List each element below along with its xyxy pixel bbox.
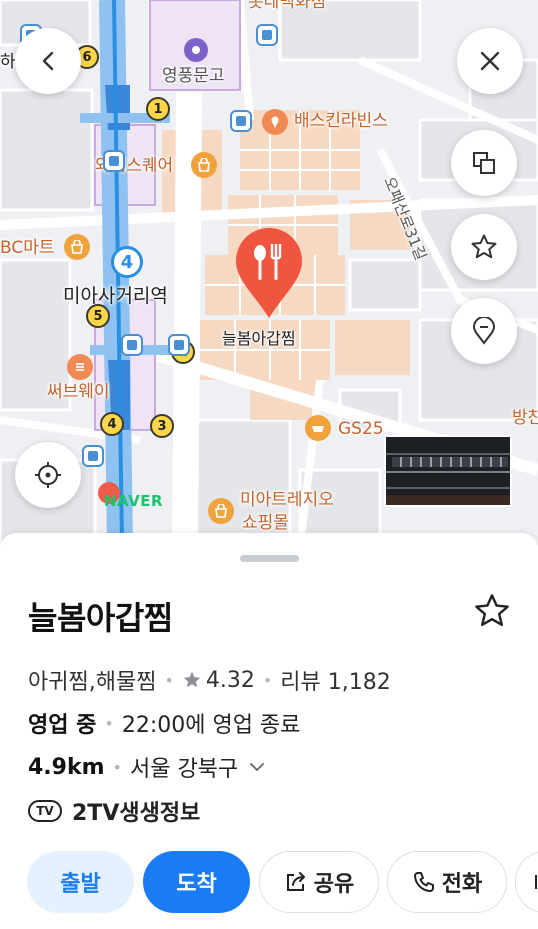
map-label-right-cut: 방찬 bbox=[512, 408, 538, 428]
closing-time: 22:00에 영업 종료 bbox=[121, 713, 301, 738]
exit-3-marker[interactable]: 3 bbox=[150, 414, 174, 438]
call-label: 전화 bbox=[441, 872, 483, 897]
favorites-button[interactable] bbox=[451, 214, 517, 280]
save-place-button[interactable] bbox=[472, 591, 512, 631]
map-label-baskin: 배스킨라빈스 bbox=[294, 111, 388, 131]
map-view[interactable]: 롯데백화점 하 영풍문고 배스킨라빈스 와이스퀘어 BC마트 미아사거리역 늘봄… bbox=[0, 0, 538, 545]
star-icon bbox=[475, 594, 509, 627]
shopping-icon[interactable] bbox=[191, 152, 217, 178]
bus-stop-icon[interactable] bbox=[256, 24, 278, 46]
location-pin-icon[interactable] bbox=[234, 228, 304, 320]
map-label-mall-2: 쇼핑몰 bbox=[242, 513, 289, 533]
distance: 4.9km bbox=[28, 754, 105, 780]
map-label-mall-1: 미아트레지오 bbox=[240, 490, 334, 510]
more-actions-button[interactable] bbox=[515, 851, 538, 913]
start-button[interactable]: 출발 bbox=[27, 851, 134, 913]
restaurant-icon[interactable] bbox=[67, 354, 93, 380]
chevron-down-icon bbox=[250, 763, 265, 772]
business-hours-row[interactable]: 영업 중 • 22:00에 영업 종료 bbox=[28, 707, 300, 739]
subway-line-4-badge[interactable]: 4 bbox=[111, 246, 143, 278]
map-label-bbc: BC마트 bbox=[0, 238, 55, 258]
naver-logo: NAVER bbox=[104, 492, 164, 510]
tv-feature-row[interactable]: TV 2TV생생정보 bbox=[28, 795, 200, 827]
close-button[interactable] bbox=[457, 28, 523, 94]
map-label-left-cut: 하 bbox=[0, 52, 16, 72]
crosshair-icon bbox=[35, 462, 61, 488]
map-pin-minus-icon bbox=[472, 317, 496, 345]
place-category: 아귀찜,해물찜 bbox=[28, 670, 157, 695]
open-status: 영업 중 bbox=[28, 713, 97, 738]
share-icon bbox=[286, 872, 305, 891]
category-rating-row: 아귀찜,해물찜 • 4.32 • 리뷰 1,182 bbox=[28, 664, 391, 696]
bus-stop-icon[interactable] bbox=[230, 110, 252, 132]
exit-5-marker[interactable]: 5 bbox=[86, 304, 110, 328]
screen: 롯데백화점 하 영풍문고 배스킨라빈스 와이스퀘어 BC마트 미아사거리역 늘봄… bbox=[0, 0, 538, 929]
shopping-icon[interactable] bbox=[208, 498, 234, 524]
close-icon bbox=[480, 51, 500, 71]
place-detail-sheet[interactable]: 늘봄아갑찜 아귀찜,해물찜 • 4.32 • 리뷰 1,182 영업 중 • 2… bbox=[0, 533, 538, 929]
bus-stop-icon[interactable] bbox=[82, 445, 104, 467]
place-title: 늘봄아갑찜 bbox=[28, 599, 173, 637]
share-label: 공유 bbox=[313, 872, 355, 897]
exit-4-marker[interactable]: 4 bbox=[100, 412, 124, 436]
back-button[interactable] bbox=[15, 28, 81, 94]
convenience-store-icon[interactable] bbox=[305, 415, 331, 441]
tv-icon: TV bbox=[28, 800, 62, 822]
map-label-subway: 써브웨이 bbox=[47, 382, 110, 402]
tv-show: 2TV생생정보 bbox=[72, 801, 201, 826]
street-view-thumbnail[interactable] bbox=[384, 435, 512, 507]
phone-icon bbox=[413, 872, 434, 892]
chevron-left-icon bbox=[42, 51, 54, 71]
action-bar: 출발 도착 공유 전화 bbox=[27, 851, 538, 913]
map-label-station[interactable]: 미아사거리역 bbox=[63, 287, 168, 306]
bus-stop-icon[interactable] bbox=[121, 334, 143, 356]
shopping-icon[interactable] bbox=[64, 234, 90, 260]
rating-value: 4.32 bbox=[205, 667, 255, 693]
layers-button[interactable] bbox=[451, 130, 517, 196]
distance-region-row[interactable]: 4.9km • 서울 강북구 bbox=[28, 751, 268, 783]
star-icon bbox=[471, 234, 497, 259]
map-label-lotte: 롯데백화점 bbox=[248, 0, 327, 12]
exit-1-marker[interactable]: 1 bbox=[146, 97, 170, 121]
map-label-gs25: GS25 bbox=[338, 419, 384, 439]
call-button[interactable]: 전화 bbox=[387, 851, 507, 913]
arrive-button[interactable]: 도착 bbox=[143, 851, 250, 913]
rating-star-icon bbox=[183, 671, 201, 688]
review-count-link[interactable]: 리뷰 1,182 bbox=[280, 664, 390, 696]
share-button[interactable]: 공유 bbox=[259, 851, 379, 913]
location-pin-button[interactable] bbox=[451, 298, 517, 364]
bus-stop-icon[interactable] bbox=[168, 334, 190, 356]
map-label-school: 영풍문고 bbox=[162, 66, 225, 86]
bus-stop-icon[interactable] bbox=[103, 150, 125, 172]
current-location-button[interactable] bbox=[15, 442, 81, 508]
sheet-drag-handle[interactable] bbox=[240, 555, 299, 562]
layers-icon bbox=[473, 152, 495, 174]
map-label-restaurant[interactable]: 늘봄아갑찜 bbox=[222, 331, 296, 347]
region: 서울 강북구 bbox=[129, 757, 239, 782]
ice-cream-icon[interactable] bbox=[262, 109, 288, 135]
more-icon bbox=[535, 875, 537, 889]
